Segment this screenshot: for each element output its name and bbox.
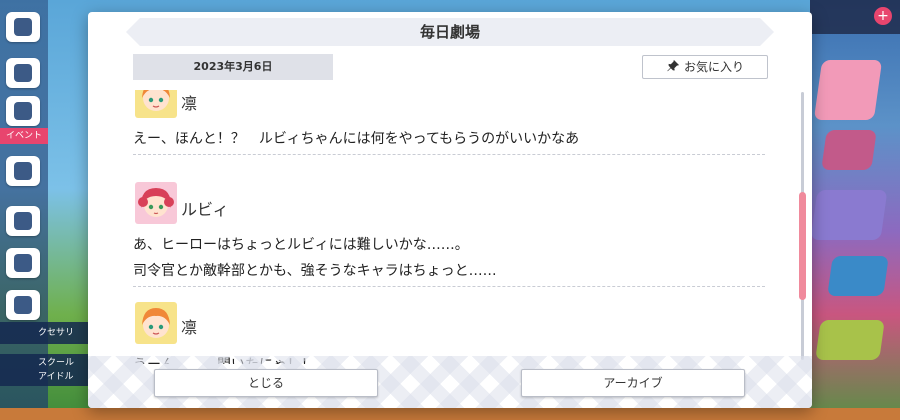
gift-icon <box>14 162 32 180</box>
rin-avatar <box>135 90 177 118</box>
entry-divider <box>133 286 765 287</box>
event-badge[interactable]: イベント <box>0 128 48 144</box>
monitor-icon <box>14 212 32 230</box>
archive-button[interactable]: アーカイブ <box>521 369 745 397</box>
favorite-label: お気に入り <box>683 60 744 74</box>
side-menu-button-5[interactable] <box>6 206 40 236</box>
trophy-icon <box>14 254 32 272</box>
side-menu-button-2[interactable] <box>6 58 40 88</box>
members-icon <box>14 102 32 120</box>
accessory-tag[interactable]: クセサリ <box>0 322 90 344</box>
side-menu-button-6[interactable] <box>6 248 40 278</box>
side-menu-button-4[interactable] <box>6 156 40 186</box>
speaker-name: 凛 <box>181 318 198 337</box>
ground-strip <box>0 408 900 420</box>
story-icon <box>14 64 32 82</box>
date-label: 2023年3月6日 <box>133 54 333 80</box>
right-tile-1[interactable] <box>813 60 883 120</box>
side-menu-button-7[interactable] <box>6 290 40 320</box>
dialogue-line: えー、ほんと！？ ルビィちゃんには何をやってもらうのがいいかなあ <box>133 131 580 147</box>
right-panel <box>810 0 900 420</box>
side-menu-button-1[interactable] <box>6 12 40 42</box>
rin-avatar <box>135 302 177 344</box>
close-button[interactable]: とじる <box>154 369 378 397</box>
speaker-name: 凛 <box>181 94 198 113</box>
dialogue-line: 司令官とか敵幹部とかも、強そうなキャラはちょっと…… <box>133 263 497 279</box>
ruby-avatar <box>135 182 177 224</box>
dialog-title: 毎日劇場 <box>419 23 480 41</box>
daily-theater-dialog: 毎日劇場 2023年3月6日 お気に入り 凛 えー、ほんと！？ ルビィちゃんには… <box>88 12 812 408</box>
dialogue-line: あ、ヒーローはちょっとルビィには難しいかな……。 <box>133 237 469 253</box>
dialogue-line: うーん……。閃いたにゃ！！ <box>133 354 315 364</box>
add-currency-button[interactable]: + <box>874 7 892 25</box>
right-tile-2[interactable] <box>821 130 877 170</box>
expand-icon <box>14 296 32 314</box>
pin-icon <box>667 59 680 72</box>
conversation-log[interactable]: 凛 えー、ほんと！？ ルビィちゃんには何をやってもらうのがいいかなあ ルビィ あ… <box>133 90 765 364</box>
menu-icon <box>14 18 32 36</box>
favorite-button[interactable]: お気に入り <box>642 55 768 79</box>
scrollbar-thumb[interactable] <box>799 192 806 300</box>
speaker-name: ルビィ <box>181 200 229 219</box>
top-right-bar: + <box>810 0 900 34</box>
school-idol-tag[interactable]: スクール アイドル <box>0 354 90 386</box>
right-tile-3[interactable] <box>810 190 888 240</box>
entry-divider <box>133 154 765 155</box>
side-menu-button-3[interactable] <box>6 96 40 126</box>
right-tile-5[interactable] <box>815 320 885 360</box>
right-tile-4[interactable] <box>827 256 889 296</box>
